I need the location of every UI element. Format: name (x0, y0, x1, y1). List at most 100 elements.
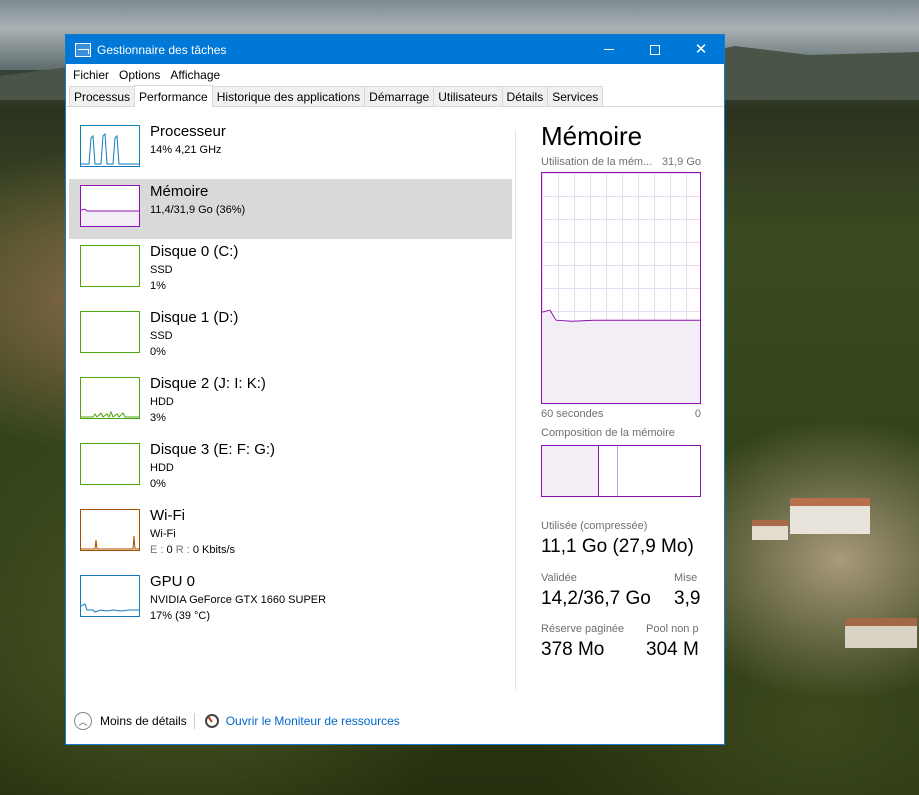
memory-detail-panel: Mémoire Utilisation de la mém... 31,9 Go… (541, 119, 726, 669)
window-controls: ✕ (586, 35, 724, 64)
perf-item-wifi[interactable]: Wi-Fi Wi-Fi E : 0 R : 0 Kbits/s (69, 503, 512, 569)
panel-divider[interactable] (515, 130, 516, 690)
cpu-sparkline (81, 132, 139, 165)
disk-3-thumbnail-graph (80, 443, 140, 485)
disk-0-usage: 1% (150, 280, 166, 292)
disk-1-name: Disque 1 (D:) (150, 309, 239, 326)
disk-3-name: Disque 3 (E: F: G:) (150, 441, 276, 458)
memory-name: Mémoire (150, 183, 209, 200)
disk-1-usage: 0% (150, 346, 166, 358)
axis-left-label: 60 secondes (541, 408, 604, 420)
task-manager-window: Gestionnaire des tâches ✕ Fichier Option… (65, 34, 725, 745)
tab-historique[interactable]: Historique des applications (211, 86, 366, 106)
desktop-house (845, 618, 917, 648)
perf-item-disk-0[interactable]: Disque 0 (C:) SSD 1% (69, 239, 512, 305)
memory-sparkline (81, 208, 139, 226)
tab-demarrage[interactable]: Démarrage (364, 86, 435, 106)
used-value: 11,1 Go (27,9 Mo) (541, 536, 694, 557)
menu-bar: Fichier Options Affichage (66, 64, 724, 85)
tab-performance[interactable]: Performance (134, 85, 213, 107)
usage-graph-header: Utilisation de la mém... 31,9 Go (541, 155, 701, 169)
task-manager-icon (75, 42, 91, 57)
desktop-house (752, 520, 788, 540)
detail-title: Mémoire (541, 121, 643, 151)
disk-0-type: SSD (150, 264, 173, 276)
memory-stats: Utilisée (compressée) 11,1 Go (27,9 Mo) … (541, 519, 726, 669)
menu-options[interactable]: Options (114, 68, 165, 82)
nonpaged-pool-value: 304 M (646, 639, 699, 660)
memory-thumbnail-graph (80, 185, 140, 227)
gpu-model: NVIDIA GeForce GTX 1660 SUPER (150, 594, 327, 606)
open-resource-monitor-link[interactable]: Ouvrir le Moniteur de ressources (226, 714, 400, 728)
nonpaged-pool-label: Pool non p (646, 623, 699, 635)
perf-item-disk-3[interactable]: Disque 3 (E: F: G:) HDD 0% (69, 437, 512, 503)
perf-item-disk-1[interactable]: Disque 1 (D:) SSD 0% (69, 305, 512, 371)
tab-utilisateurs[interactable]: Utilisateurs (433, 86, 503, 106)
wifi-receive-label: R : (172, 544, 193, 556)
close-button[interactable]: ✕ (678, 35, 724, 64)
memory-usage-plot (542, 309, 700, 403)
footer-separator (193, 713, 195, 729)
memory-usage: 11,4/31,9 Go (36%) (150, 204, 246, 216)
close-icon: ✕ (694, 41, 708, 58)
minimize-button[interactable] (586, 35, 632, 64)
performance-sidebar: Processeur 14% 4,21 GHz Mémoire 11,4/31,… (69, 119, 512, 635)
wifi-thumbnail-graph (80, 509, 140, 551)
disk-3-type: HDD (150, 462, 174, 474)
paged-pool-label: Réserve paginée (541, 623, 625, 635)
gpu-thumbnail-graph (80, 575, 140, 617)
tab-bar: Processus Performance Historique des app… (66, 85, 724, 107)
disk-0-name: Disque 0 (C:) (150, 243, 239, 260)
maximize-button[interactable] (632, 35, 678, 64)
memory-usage-graph (541, 172, 701, 404)
stat-cached: Mise 3,9 (674, 571, 700, 611)
resource-monitor-icon[interactable] (204, 714, 219, 728)
composition-modified (542, 446, 619, 496)
tab-services[interactable]: Services (547, 86, 604, 106)
committed-value: 14,2/36,7 Go (541, 588, 651, 609)
perf-item-gpu[interactable]: GPU 0 NVIDIA GeForce GTX 1660 SUPER 17% … (69, 569, 512, 635)
disk-2-type: HDD (150, 396, 174, 408)
total-memory: 31,9 Go (661, 156, 701, 168)
gpu-name: GPU 0 (150, 573, 196, 590)
cpu-thumbnail-graph (80, 125, 140, 167)
cpu-name: Processeur (150, 123, 226, 140)
disk-3-usage: 0% (150, 478, 166, 490)
menu-affichage[interactable]: Affichage (165, 68, 225, 82)
disk-1-type: SSD (150, 330, 173, 342)
disk-1-thumbnail-graph (80, 311, 140, 353)
minimize-icon (604, 49, 614, 50)
tab-processus[interactable]: Processus (69, 86, 136, 106)
cpu-usage: 14% 4,21 GHz (150, 144, 222, 156)
perf-item-cpu[interactable]: Processeur 14% 4,21 GHz (69, 119, 512, 179)
wifi-throughput: E : 0 R : 0 Kbits/s (150, 542, 235, 558)
disk-2-name: Disque 2 (J: I: K:) (150, 375, 266, 392)
wifi-send-label: E : (150, 544, 167, 556)
footer: ︿ Moins de détails Ouvrir le Moniteur de… (66, 698, 726, 744)
stat-paged-pool: Réserve paginée 378 Mo (541, 622, 624, 662)
gpu-sparkline (81, 603, 139, 613)
fewer-details-button[interactable]: Moins de détails (100, 714, 187, 728)
disk-2-usage: 3% (150, 412, 166, 424)
menu-fichier[interactable]: Fichier (68, 68, 114, 82)
wifi-receive-value: 0 Kbits/s (192, 544, 235, 556)
tab-details[interactable]: Détails (501, 86, 549, 106)
gpu-usage: 17% (39 °C) (150, 610, 211, 622)
window-title: Gestionnaire des tâches (97, 42, 227, 57)
perf-item-memory[interactable]: Mémoire 11,4/31,9 Go (36%) (69, 179, 512, 239)
disk-2-thumbnail-graph (80, 377, 140, 419)
chevron-up-icon[interactable]: ︿ (74, 712, 92, 730)
disk-0-thumbnail-graph (80, 245, 140, 287)
performance-content: Processeur 14% 4,21 GHz Mémoire 11,4/31,… (66, 107, 724, 719)
composition-label: Composition de la mémoire (541, 427, 675, 439)
title-bar[interactable]: Gestionnaire des tâches ✕ (66, 35, 724, 64)
usage-label: Utilisation de la mém... (541, 156, 653, 168)
memory-composition-bar (541, 445, 701, 497)
cached-value: 3,9 (674, 588, 701, 609)
stat-used: Utilisée (compressée) 11,1 Go (27,9 Mo) (541, 519, 694, 559)
used-label: Utilisée (compressée) (541, 520, 648, 532)
perf-item-disk-2[interactable]: Disque 2 (J: I: K:) HDD 3% (69, 371, 512, 437)
wifi-name: Wi-Fi (150, 507, 185, 524)
committed-label: Validée (541, 572, 577, 584)
desktop-house (790, 498, 870, 534)
